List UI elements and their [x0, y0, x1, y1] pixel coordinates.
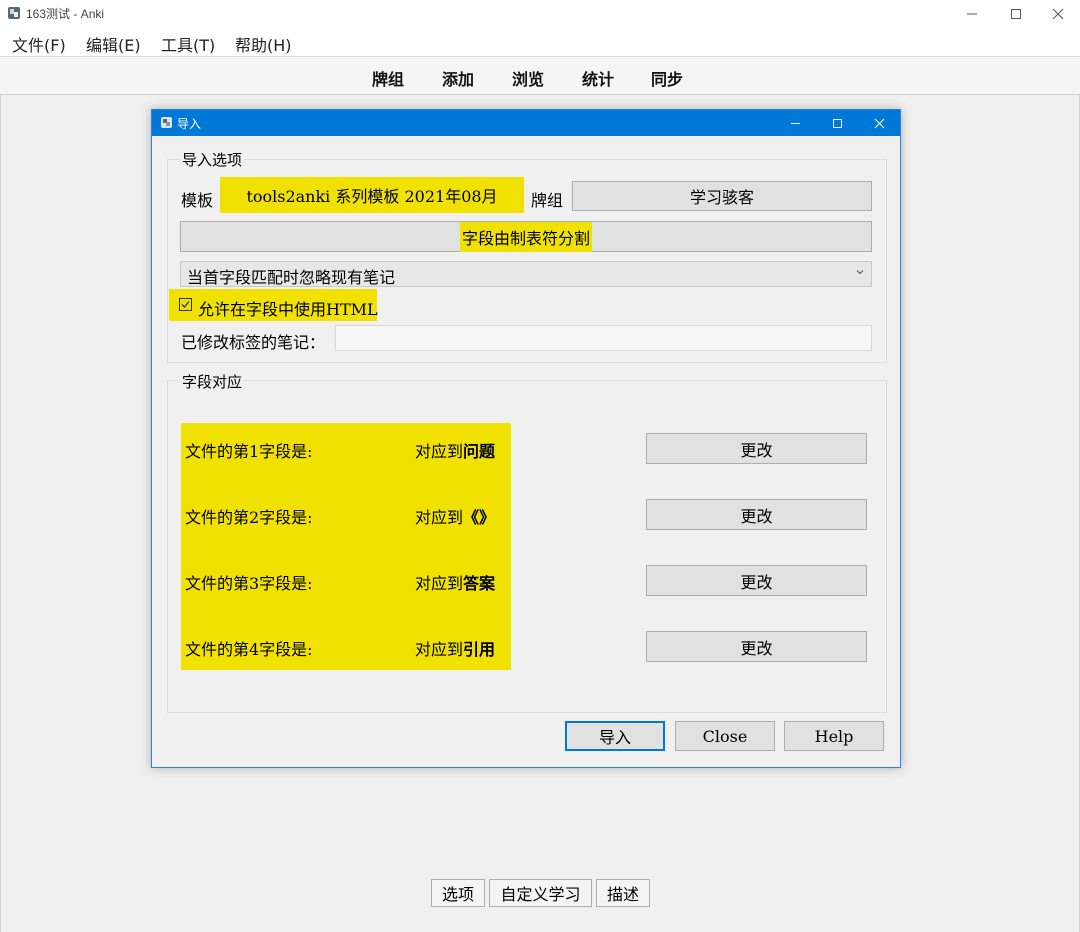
- dialog-maximize-button[interactable]: [816, 110, 858, 136]
- toolbar-sync[interactable]: 同步: [651, 66, 683, 90]
- maximize-icon: [1011, 9, 1021, 19]
- window-title: 163测试 - Anki: [26, 7, 105, 21]
- minimize-icon: [790, 122, 800, 124]
- mapping-target-4: 对应到引用: [415, 636, 495, 660]
- toolbar-browse[interactable]: 浏览: [512, 66, 544, 90]
- dialog-close-button[interactable]: [858, 110, 900, 136]
- mapping-target-name-1: 问题: [463, 442, 496, 461]
- mapping-target-3: 对应到答案: [415, 570, 495, 594]
- menu-edit[interactable]: 编辑(E): [86, 32, 141, 56]
- duplicate-handling-select[interactable]: 当首字段匹配时忽略现有笔记: [180, 261, 872, 287]
- note-type-value: tools2anki 系列模板 2021年08月: [246, 187, 498, 206]
- menu-file[interactable]: 文件(F): [12, 32, 66, 56]
- close-icon: [1052, 8, 1064, 20]
- chevron-down-icon: [856, 270, 864, 275]
- tag-modified-input[interactable]: [335, 325, 872, 351]
- minimize-icon: [967, 13, 977, 15]
- dialog-titlebar[interactable]: 导入: [152, 110, 900, 136]
- maximize-button[interactable]: [994, 0, 1038, 28]
- allow-html-label[interactable]: 允许在字段中使用HTML: [198, 296, 378, 320]
- mapping-target-1: 对应到问题: [415, 438, 495, 462]
- mapping-prefix-4: 对应到: [415, 640, 464, 659]
- import-dialog: 导入 导入选项 模板 tools2anki 系列模板 2021年08月 牌组 学…: [151, 109, 901, 768]
- field-separator-label: 字段由制表符分割: [459, 221, 592, 252]
- menu-bar: 文件(F) 编辑(E) 工具(T) 帮助(H): [0, 28, 1080, 57]
- import-options-title: 导入选项: [180, 149, 245, 170]
- mapping-target-name-3: 答案: [463, 574, 496, 593]
- help-button[interactable]: Help: [784, 721, 884, 751]
- close-window-button[interactable]: [1036, 0, 1080, 28]
- change-mapping-button-2[interactable]: 更改: [646, 499, 867, 530]
- options-button[interactable]: 选项: [431, 879, 485, 907]
- toolbar-decks[interactable]: 牌组: [372, 66, 404, 90]
- custom-study-button[interactable]: 自定义学习: [489, 879, 592, 907]
- toolbar-add[interactable]: 添加: [442, 66, 474, 90]
- duplicate-handling-value: 当首字段匹配时忽略现有笔记: [187, 268, 396, 287]
- mapping-target-name-4: 引用: [463, 640, 496, 659]
- main-toolbar: 牌组 添加 浏览 统计 同步: [0, 57, 1080, 95]
- mapping-prefix-2: 对应到: [415, 508, 464, 527]
- mapping-prefix-3: 对应到: [415, 574, 464, 593]
- close-button[interactable]: Close: [675, 721, 775, 751]
- close-icon: [874, 118, 884, 128]
- window-border-left: [0, 94, 1, 932]
- menu-help[interactable]: 帮助(H): [235, 32, 292, 56]
- mapping-source-3: 文件的第3字段是:: [185, 574, 313, 593]
- import-button[interactable]: 导入: [565, 721, 665, 751]
- deck-value: 学习骇客: [689, 188, 754, 207]
- field-mapping-title: 字段对应: [180, 371, 245, 392]
- change-mapping-button-1[interactable]: 更改: [646, 433, 867, 464]
- anki-app-icon: [8, 7, 20, 19]
- mapping-target-2: 对应到《》: [415, 504, 495, 528]
- change-mapping-button-3[interactable]: 更改: [646, 565, 867, 596]
- dialog-title: 导入: [177, 117, 202, 131]
- mapping-source-4: 文件的第4字段是:: [185, 640, 313, 659]
- deck-label: 牌组: [531, 191, 564, 210]
- description-button[interactable]: 描述: [596, 879, 650, 907]
- field-separator-button[interactable]: 字段由制表符分割: [180, 221, 872, 252]
- minimize-button[interactable]: [950, 0, 994, 28]
- note-type-button[interactable]: tools2anki 系列模板 2021年08月: [220, 177, 524, 213]
- note-type-label: 模板: [181, 191, 214, 210]
- deck-button[interactable]: 学习骇客: [572, 181, 872, 211]
- toolbar-stats[interactable]: 统计: [582, 66, 614, 90]
- mapping-prefix-1: 对应到: [415, 442, 464, 461]
- mapping-source-1: 文件的第1字段是:: [185, 442, 313, 461]
- tag-modified-label: 已修改标签的笔记：: [181, 333, 326, 352]
- dialog-minimize-button[interactable]: [774, 110, 816, 136]
- change-mapping-button-4[interactable]: 更改: [646, 631, 867, 662]
- main-titlebar: 163测试 - Anki: [0, 0, 1080, 29]
- allow-html-checkbox[interactable]: [179, 298, 192, 311]
- maximize-icon: [832, 118, 842, 128]
- menu-tools[interactable]: 工具(T): [161, 32, 215, 56]
- mapping-source-2: 文件的第2字段是:: [185, 508, 313, 527]
- anki-dialog-icon: [161, 117, 172, 128]
- mapping-target-name-2: 《》: [463, 508, 496, 527]
